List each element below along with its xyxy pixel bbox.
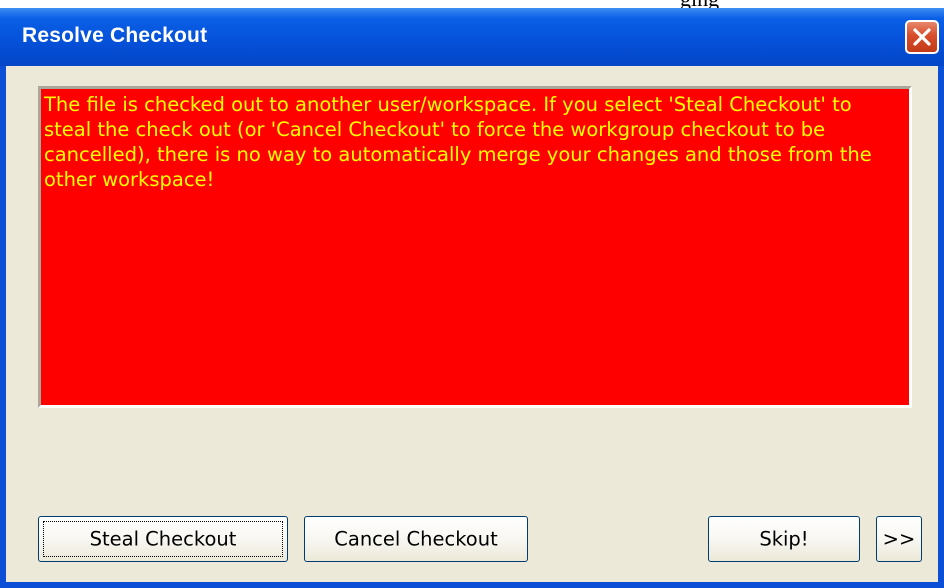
close-icon (913, 28, 931, 46)
warning-message-box: The file is checked out to another user/… (38, 86, 912, 408)
cancel-checkout-label: Cancel Checkout (334, 527, 498, 551)
resolve-checkout-window: ging Resolve Checkout The file is checke… (0, 0, 944, 588)
close-button[interactable] (905, 20, 939, 54)
more-options-button[interactable]: >> (876, 516, 922, 562)
cancel-checkout-button[interactable]: Cancel Checkout (304, 516, 528, 562)
skip-button[interactable]: Skip! (708, 516, 860, 562)
dialog-body: The file is checked out to another user/… (6, 66, 938, 582)
steal-checkout-button[interactable]: Steal Checkout (38, 516, 288, 562)
warning-message-text: The file is checked out to another user/… (44, 93, 872, 191)
more-options-label: >> (882, 527, 916, 551)
skip-label: Skip! (759, 527, 809, 551)
window-title: Resolve Checkout (22, 24, 208, 47)
title-bar[interactable]: Resolve Checkout (0, 8, 944, 66)
steal-checkout-label: Steal Checkout (89, 527, 237, 551)
